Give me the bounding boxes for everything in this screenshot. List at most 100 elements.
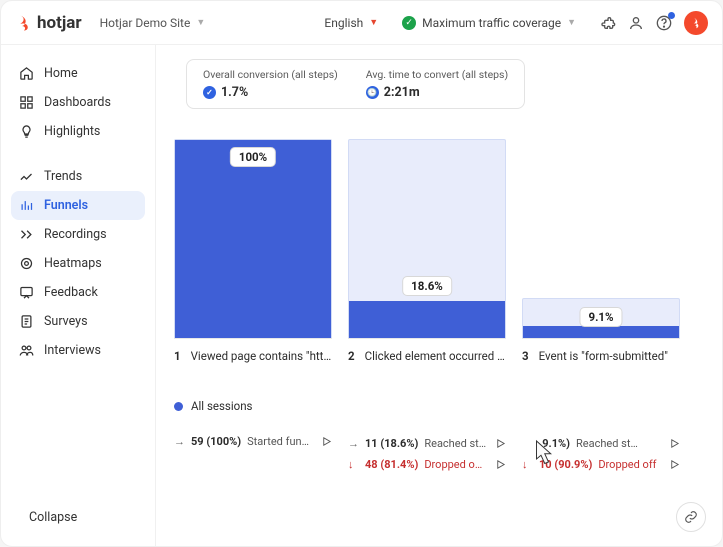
language-selector[interactable]: English ▼ <box>324 16 378 30</box>
legend-dot-icon <box>174 402 183 411</box>
funnel-step-2: 18.6% 2 Clicked element occurred w… → 11… <box>348 139 506 471</box>
coverage-label: Maximum traffic coverage <box>422 16 561 30</box>
sidebar: Home Dashboards Highlights Trends <box>1 45 156 546</box>
collapse-label: Collapse <box>29 510 77 525</box>
step-number: 3 <box>522 349 529 363</box>
metric-label: Started fun… <box>247 435 315 448</box>
chevron-down-icon: ▼ <box>196 17 205 28</box>
metric-label: Reached st… <box>576 437 663 450</box>
funnel-step-3: 9.1% 3 Event is "form-submitted" → .9.1%… <box>522 139 680 471</box>
check-icon: ✓ <box>203 86 216 99</box>
sidebar-item-label: Highlights <box>44 124 100 139</box>
metric-dropped: ↓ 48 (81.4%) Dropped o… <box>348 458 506 471</box>
sidebar-item-home[interactable]: Home <box>11 59 145 88</box>
sidebar-item-trends[interactable]: Trends <box>11 162 145 191</box>
step-number: 2 <box>348 349 355 363</box>
metric-label: Dropped o… <box>424 458 489 471</box>
metric-label: Reached st… <box>424 437 489 450</box>
step-number: 1 <box>174 349 181 363</box>
topbar: hotjar Hotjar Demo Site ▼ English ▼ ✓ Ma… <box>1 1 722 45</box>
sidebar-item-heatmaps[interactable]: Heatmaps <box>11 249 145 278</box>
bar-value-pill: 18.6% <box>402 276 452 296</box>
help-icon[interactable] <box>656 15 672 31</box>
chevron-down-icon: ▼ <box>567 17 576 28</box>
sidebar-item-label: Surveys <box>44 314 88 329</box>
brand-button[interactable] <box>684 11 708 35</box>
play-icon[interactable] <box>495 438 506 449</box>
sidebar-item-highlights[interactable]: Highlights <box>11 117 145 146</box>
sidebar-item-label: Interviews <box>44 343 101 358</box>
extension-icon[interactable] <box>600 15 616 31</box>
sidebar-item-label: Funnels <box>44 198 88 213</box>
sidebar-item-dashboards[interactable]: Dashboards <box>11 88 145 117</box>
content-area: Overall conversion (all steps) ✓ 1.7% Av… <box>156 45 722 546</box>
legend-all-sessions: All sessions <box>174 399 332 413</box>
arrow-down-icon: ↓ <box>522 458 533 471</box>
sidebar-item-label: Home <box>44 66 78 81</box>
metric-count: 11 (18.6%) <box>365 437 418 450</box>
step-description: Viewed page contains "http… <box>191 349 332 363</box>
lightbulb-icon <box>19 124 34 139</box>
metric-label: Dropped off <box>598 458 663 471</box>
stat-label: Overall conversion (all steps) <box>203 68 338 81</box>
summary-stats: Overall conversion (all steps) ✓ 1.7% Av… <box>186 59 525 109</box>
sidebar-item-funnels[interactable]: Funnels <box>11 191 145 220</box>
notification-dot <box>668 12 675 19</box>
sidebar-item-interviews[interactable]: Interviews <box>11 336 145 365</box>
home-icon <box>19 66 34 81</box>
share-button[interactable] <box>676 502 706 532</box>
funnel-chart: 100% 1 Viewed page contains "http… All s… <box>174 139 704 471</box>
arrow-down-icon: ↓ <box>348 458 359 471</box>
stat-value: 2:21m <box>384 85 420 100</box>
sidebar-item-label: Recordings <box>44 227 107 242</box>
metric-count: 48 (81.4%) <box>365 458 418 471</box>
clock-icon: 🕒 <box>366 86 379 99</box>
dashboard-icon <box>19 95 34 110</box>
traffic-coverage-selector[interactable]: ✓ Maximum traffic coverage ▼ <box>402 16 576 30</box>
logo[interactable]: hotjar <box>15 13 82 33</box>
stat-label: Avg. time to convert (all steps) <box>366 68 508 81</box>
trends-icon <box>19 169 34 184</box>
collapse-button[interactable]: Collapse <box>11 503 145 532</box>
metric-reached: → .9.1%) Reached st… <box>522 437 680 450</box>
arrow-right-icon: → <box>348 437 359 450</box>
stat-value: 1.7% <box>221 85 248 100</box>
arrow-right-icon: → <box>174 435 185 448</box>
metric-reached: → 11 (18.6%) Reached st… <box>348 437 506 450</box>
play-icon[interactable] <box>321 436 332 447</box>
feedback-icon <box>19 285 34 300</box>
site-label: Hotjar Demo Site <box>100 16 191 30</box>
bar-container: 100% <box>174 139 332 339</box>
metric-count: .9.1%) <box>539 437 570 450</box>
link-icon <box>684 510 698 524</box>
funnels-icon <box>19 198 34 213</box>
heatmaps-icon <box>19 256 34 271</box>
sidebar-item-surveys[interactable]: Surveys <box>11 307 145 336</box>
hotjar-flame-icon <box>689 16 703 30</box>
sidebar-item-recordings[interactable]: Recordings <box>11 220 145 249</box>
language-label: English <box>324 16 363 30</box>
play-icon[interactable] <box>495 459 506 470</box>
surveys-icon <box>19 314 34 329</box>
bar-value-pill: 100% <box>230 147 276 167</box>
logo-text: hotjar <box>37 13 82 33</box>
step-description: Event is "form-submitted" <box>539 349 668 363</box>
sidebar-item-label: Trends <box>44 169 82 184</box>
recordings-icon <box>19 227 34 242</box>
hotjar-logo-icon <box>15 14 33 32</box>
metric-count: 10 (90.9%) <box>539 458 592 471</box>
metric-dropped: ↓ 10 (90.9%) Dropped off <box>522 458 680 471</box>
sidebar-item-label: Dashboards <box>44 95 111 110</box>
bar-container: 9.1% <box>522 139 680 339</box>
user-icon[interactable] <box>628 15 644 31</box>
site-selector[interactable]: Hotjar Demo Site ▼ <box>100 16 206 30</box>
sidebar-item-label: Heatmaps <box>44 256 102 271</box>
stat-conversion: Overall conversion (all steps) ✓ 1.7% <box>203 68 338 100</box>
step-description: Clicked element occurred w… <box>365 349 506 363</box>
funnel-step-1: 100% 1 Viewed page contains "http… All s… <box>174 139 332 471</box>
play-icon[interactable] <box>669 438 680 449</box>
sidebar-item-feedback[interactable]: Feedback <box>11 278 145 307</box>
legend-label: All sessions <box>191 399 253 413</box>
play-icon[interactable] <box>669 459 680 470</box>
bar-container: 18.6% <box>348 139 506 339</box>
